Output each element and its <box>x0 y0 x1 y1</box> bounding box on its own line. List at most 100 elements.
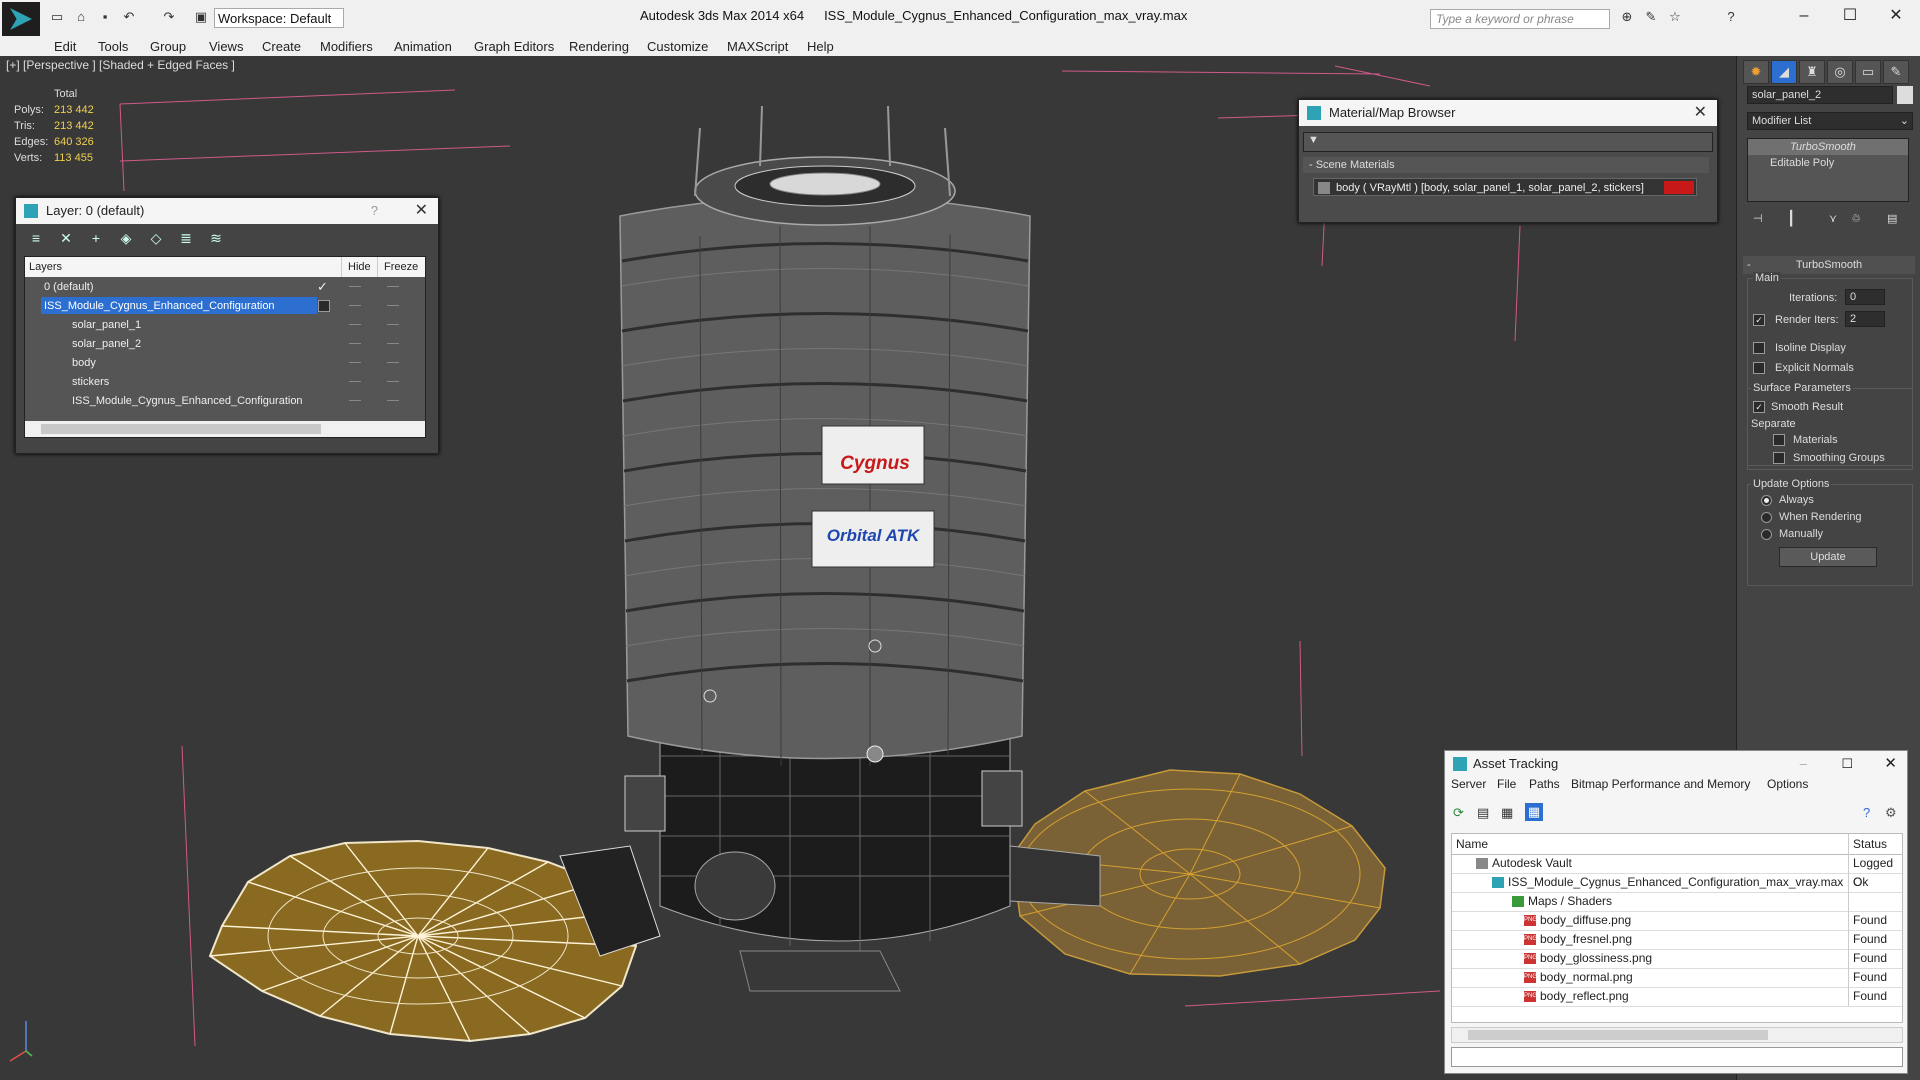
maximize-icon[interactable]: ☐ <box>1830 4 1870 28</box>
details-view-icon[interactable]: ▦ <box>1501 805 1513 821</box>
menu-paths[interactable]: Paths <box>1529 777 1560 791</box>
refresh-icon[interactable]: ⟳ <box>1453 805 1464 821</box>
menu-create[interactable]: Create <box>262 39 301 54</box>
menu-views[interactable]: Views <box>209 39 243 54</box>
add-to-layer-icon[interactable]: + <box>88 230 104 246</box>
binoculars-icon[interactable]: ⊕ <box>1618 9 1636 25</box>
create-layer-icon[interactable]: ≡ <box>28 230 44 246</box>
open-file-icon[interactable]: ⌂ <box>72 9 90 25</box>
maximize-icon[interactable]: ☐ <box>1841 751 1853 777</box>
freeze-all-icon[interactable]: ≋ <box>208 230 224 246</box>
layer-row[interactable]: ISS_Module_Cygnus_Enhanced_Configuration <box>25 391 425 410</box>
create-tab-icon[interactable]: ✹ <box>1743 60 1769 84</box>
display-tab-icon[interactable]: ▭ <box>1855 60 1881 84</box>
material-search-input[interactable]: ▼ <box>1303 132 1713 152</box>
update-button[interactable]: Update <box>1779 547 1877 567</box>
hide-all-icon[interactable]: ≣ <box>178 230 194 246</box>
new-file-icon[interactable]: ▭ <box>48 9 66 25</box>
layer-row[interactable]: 0 (default) ✓ <box>25 277 425 296</box>
asset-row[interactable]: Maps / Shaders <box>1452 892 1902 912</box>
layer-row[interactable]: solar_panel_2 <box>25 334 425 353</box>
col-hide[interactable]: Hide <box>341 257 371 277</box>
filter-icon[interactable]: ▼ <box>1308 134 1319 146</box>
explicit-normals-checkbox[interactable] <box>1753 362 1765 374</box>
show-end-result-icon[interactable]: ┃ <box>1787 210 1795 227</box>
list-view-icon[interactable]: ▤ <box>1477 805 1489 821</box>
menu-help[interactable]: Help <box>807 39 834 54</box>
render-iters-checkbox[interactable]: ✓ <box>1753 314 1765 326</box>
tools-icon[interactable]: ✎ <box>1642 9 1660 25</box>
menu-modifiers[interactable]: Modifiers <box>320 39 373 54</box>
close-icon[interactable]: ✕ <box>1694 100 1707 126</box>
menu-group[interactable]: Group <box>150 39 186 54</box>
layer-panel-titlebar[interactable]: Layer: 0 (default) ? ✕ <box>16 198 438 224</box>
menu-options[interactable]: Options <box>1767 777 1808 791</box>
current-layer-checkbox[interactable] <box>318 300 330 312</box>
close-icon[interactable]: ✕ <box>1884 751 1897 777</box>
layer-row[interactable]: stickers <box>25 372 425 391</box>
table-view-icon[interactable]: ▦ <box>1525 803 1543 821</box>
layer-row[interactable]: ISS_Module_Cygnus_Enhanced_Configuration <box>25 296 425 315</box>
menu-bitmap-performance[interactable]: Bitmap Performance and Memory <box>1571 777 1750 791</box>
search-input[interactable]: Type a keyword or phrase <box>1430 9 1610 29</box>
highlight-layer-icon[interactable]: ◇ <box>148 230 164 246</box>
asset-row[interactable]: PNG body_normal.png Found <box>1452 968 1902 988</box>
project-folder-icon[interactable]: ▣ <box>192 9 210 25</box>
minimize-icon[interactable]: – <box>1800 751 1807 777</box>
configure-sets-icon[interactable]: ▤ <box>1887 212 1897 225</box>
isoline-display-checkbox[interactable] <box>1753 342 1765 354</box>
help-icon[interactable]: ? <box>371 198 378 224</box>
menu-customize[interactable]: Customize <box>647 39 708 54</box>
menu-tools[interactable]: Tools <box>98 39 128 54</box>
always-radio[interactable] <box>1761 495 1772 506</box>
menu-maxscript[interactable]: MAXScript <box>727 39 788 54</box>
asset-row[interactable]: Autodesk Vault Logged O <box>1452 854 1902 889</box>
menu-edit[interactable]: Edit <box>54 39 76 54</box>
redo-icon[interactable]: ↷ <box>160 9 178 25</box>
smooth-result-checkbox[interactable]: ✓ <box>1753 401 1765 413</box>
menu-file[interactable]: File <box>1497 777 1516 791</box>
asset-row[interactable]: PNG body_glossiness.png Found <box>1452 949 1902 969</box>
scene-materials-header[interactable]: - Scene Materials <box>1303 157 1709 173</box>
col-status[interactable]: Status <box>1848 834 1887 854</box>
menu-server[interactable]: Server <box>1451 777 1486 791</box>
undo-icon[interactable]: ↶ <box>120 9 138 25</box>
asset-path-field[interactable] <box>1451 1047 1903 1067</box>
asset-row[interactable]: PNG body_diffuse.png Found <box>1452 911 1902 931</box>
modify-tab-icon[interactable]: ◢ <box>1771 60 1797 84</box>
utilities-tab-icon[interactable]: ✎ <box>1883 60 1909 84</box>
remove-modifier-icon[interactable]: ♲ <box>1851 212 1861 225</box>
horizontal-scrollbar[interactable] <box>25 421 425 437</box>
close-icon[interactable]: ✕ <box>1876 4 1916 28</box>
viewport-label[interactable]: [+] [Perspective ] [Shaded + Edged Faces… <box>6 58 235 72</box>
close-icon[interactable]: ✕ <box>415 198 428 224</box>
settings-icon[interactable]: ⚙ <box>1885 805 1897 821</box>
object-name-field[interactable]: solar_panel_2 <box>1747 86 1893 104</box>
asset-tracking-titlebar[interactable]: Asset Tracking – ☐ ✕ <box>1445 751 1907 777</box>
select-objects-icon[interactable]: ◈ <box>118 230 134 246</box>
stack-item-editable-poly[interactable]: Editable Poly <box>1748 155 1908 171</box>
materials-checkbox[interactable] <box>1773 434 1785 446</box>
stack-item-turbosmooth[interactable]: TurboSmooth <box>1748 139 1908 155</box>
help-icon[interactable]: ? <box>1863 805 1870 820</box>
delete-layer-icon[interactable]: ✕ <box>58 230 74 246</box>
save-icon[interactable]: ▪ <box>96 9 114 25</box>
menu-graph-editors[interactable]: Graph Editors <box>474 39 554 54</box>
menu-animation[interactable]: Animation <box>394 39 452 54</box>
col-name[interactable]: Name <box>1456 834 1488 854</box>
render-iters-spinner[interactable]: 2 <box>1845 311 1885 327</box>
motion-tab-icon[interactable]: ◎ <box>1827 60 1853 84</box>
make-unique-icon[interactable]: ⋎ <box>1829 212 1837 225</box>
checkmark-icon[interactable]: ✓ <box>317 277 328 296</box>
menu-rendering[interactable]: Rendering <box>569 39 629 54</box>
layer-row[interactable]: solar_panel_1 <box>25 315 425 334</box>
layer-row[interactable]: body <box>25 353 425 372</box>
workspace-dropdown[interactable]: Workspace: Default <box>214 8 344 28</box>
material-browser-titlebar[interactable]: Material/Map Browser ✕ <box>1299 100 1717 126</box>
object-color-swatch[interactable] <box>1897 86 1913 104</box>
col-freeze[interactable]: Freeze <box>377 257 418 277</box>
asset-horizontal-scrollbar[interactable] <box>1451 1027 1903 1043</box>
pin-stack-icon[interactable]: ⊣ <box>1753 212 1763 225</box>
material-item[interactable]: body ( VRayMtl ) [body, solar_panel_1, s… <box>1313 178 1697 196</box>
when-rendering-radio[interactable] <box>1761 512 1772 523</box>
